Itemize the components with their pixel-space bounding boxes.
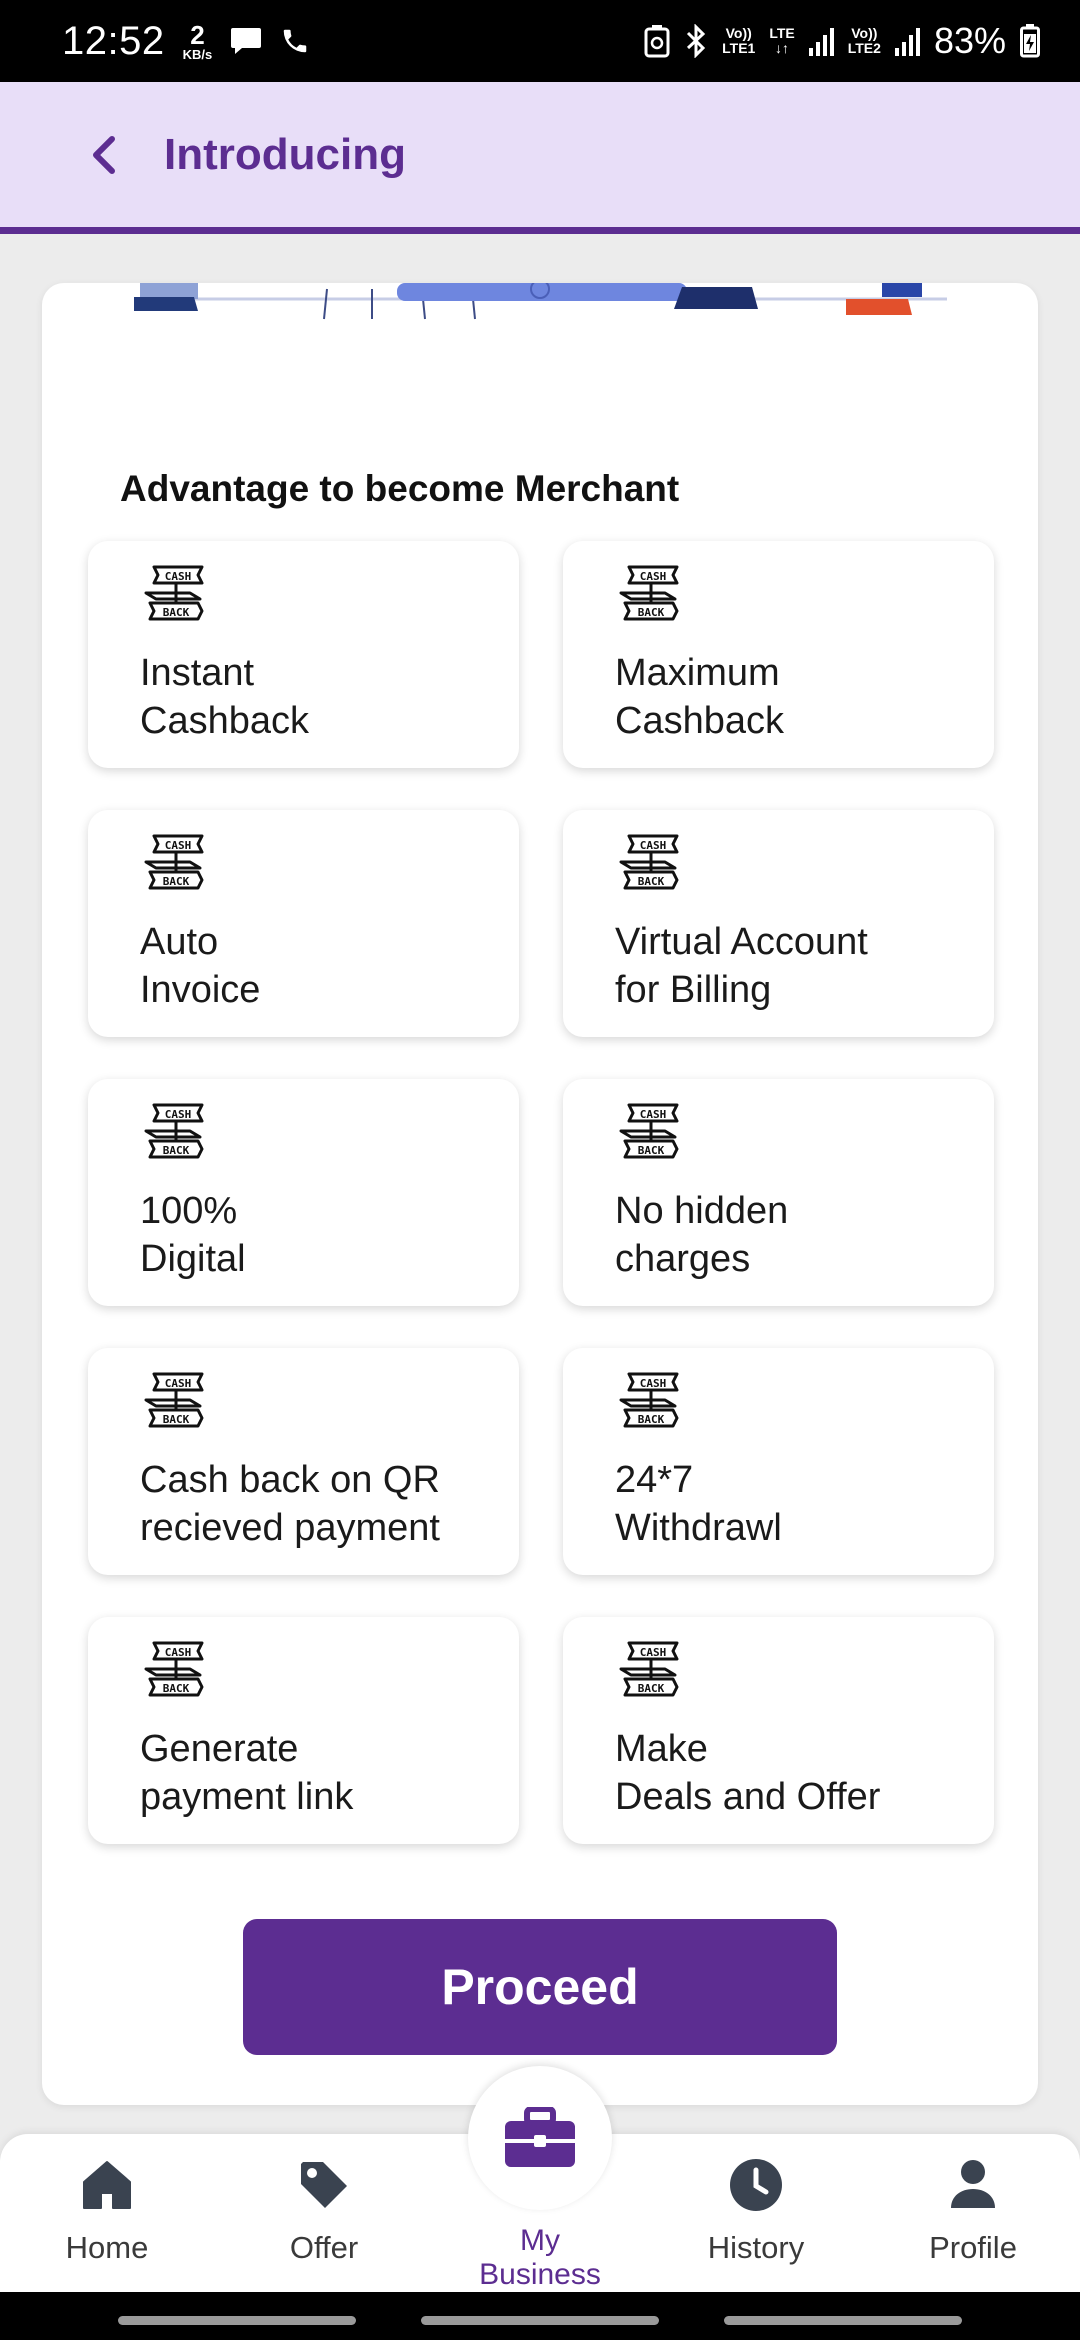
cashback-icon: CASH BACK xyxy=(619,1372,679,1428)
banner-illustration xyxy=(134,283,947,320)
cashback-icon: CASH BACK xyxy=(144,565,204,621)
svg-text:CASH: CASH xyxy=(640,839,667,852)
svg-text:BACK: BACK xyxy=(638,1682,665,1695)
nav-home-label: Home xyxy=(65,2230,149,2265)
nav-profile-label: Profile xyxy=(929,2230,1017,2265)
svg-text:BACK: BACK xyxy=(638,606,665,619)
svg-text:BACK: BACK xyxy=(163,1682,190,1695)
svg-text:CASH: CASH xyxy=(640,1377,667,1390)
svg-text:CASH: CASH xyxy=(165,839,192,852)
svg-text:CASH: CASH xyxy=(165,1108,192,1121)
phone-icon xyxy=(283,29,307,53)
svg-text:CASH: CASH xyxy=(640,1646,667,1659)
svg-text:BACK: BACK xyxy=(638,875,665,888)
advantages-grid: CASH BACK Instant Cashback CASH BACK Maxim… xyxy=(88,541,994,1844)
svg-text:CASH: CASH xyxy=(640,570,667,583)
svg-text:CASH: CASH xyxy=(165,570,192,583)
advantage-tile[interactable]: CASH BACK 24*7 Withdrawl xyxy=(563,1348,994,1575)
app-header: Introducing xyxy=(0,82,1080,234)
advantage-label: 100% Digital xyxy=(140,1190,246,1280)
nav-profile[interactable]: Profile xyxy=(883,2156,1063,2286)
sim2-label: Vo)) LTE2 xyxy=(847,25,881,56)
svg-text:BACK: BACK xyxy=(163,875,190,888)
nav-offer[interactable]: Offer xyxy=(234,2156,414,2286)
advantage-tile[interactable]: CASH BACK Make Deals and Offer xyxy=(563,1617,994,1844)
nav-my-business-label: My Business xyxy=(479,2224,601,2291)
svg-text:BACK: BACK xyxy=(163,1144,190,1157)
svg-text:CASH: CASH xyxy=(640,1108,667,1121)
lte-label: LTE ↓↑ xyxy=(769,25,795,56)
advantage-tile[interactable]: CASH BACK No hidden charges xyxy=(563,1079,994,1306)
advantage-label: Virtual Account for Billing xyxy=(615,921,868,1011)
nav-home[interactable]: Home xyxy=(17,2156,197,2286)
page-title: Introducing xyxy=(164,129,406,179)
briefcase-icon xyxy=(505,2107,575,2167)
clock-icon xyxy=(730,2159,782,2211)
data-rate: 2 KB/s xyxy=(182,19,213,62)
svg-text:BACK: BACK xyxy=(163,606,190,619)
advantage-tile[interactable]: CASH BACK Auto Invoice xyxy=(88,810,519,1037)
nav-my-business[interactable] xyxy=(468,2066,612,2210)
advantage-label: Make Deals and Offer xyxy=(615,1728,881,1818)
advantage-tile[interactable]: CASH BACK 100% Digital xyxy=(88,1079,519,1306)
svg-text:CASH: CASH xyxy=(165,1377,192,1390)
advantage-tile[interactable]: CASH BACK Instant Cashback xyxy=(88,541,519,768)
battery-percent: 83% xyxy=(933,20,1006,61)
person-icon xyxy=(951,2160,995,2208)
cashback-icon: CASH BACK xyxy=(144,1641,204,1697)
status-bar: 12:52 2 KB/s Vo)) LTE1 LTE ↓↑ Vo)) LTE2 … xyxy=(0,0,1080,82)
chat-icon xyxy=(231,28,262,54)
cashback-icon: CASH BACK xyxy=(619,565,679,621)
advantage-label: Generate payment link xyxy=(140,1728,354,1818)
svg-text:BACK: BACK xyxy=(638,1144,665,1157)
status-time: 12:52 xyxy=(62,18,165,63)
cashback-icon: CASH BACK xyxy=(619,1103,679,1159)
signal-icon-2 xyxy=(894,26,920,56)
advantage-label: Instant Cashback xyxy=(140,652,309,742)
home-icon xyxy=(83,2161,131,2209)
advantage-label: Maximum Cashback xyxy=(615,652,784,742)
content-card: Advantage to become Merchant CASH BACK In… xyxy=(42,283,1038,2105)
cashback-icon: CASH BACK xyxy=(619,834,679,890)
advantage-tile[interactable]: CASH BACK Generate payment link xyxy=(88,1617,519,1844)
advantage-tile[interactable]: CASH BACK Cash back on QR recieved paymen… xyxy=(88,1348,519,1575)
cashback-icon: CASH BACK xyxy=(619,1641,679,1697)
sim1-label: Vo)) LTE1 xyxy=(722,25,756,56)
signal-icon xyxy=(808,26,834,56)
nav-offer-label: Offer xyxy=(289,2230,359,2265)
svg-text:CASH: CASH xyxy=(165,1646,192,1659)
nav-history-label: History xyxy=(707,2230,805,2265)
svg-text:BACK: BACK xyxy=(163,1413,190,1426)
section-title: Advantage to become Merchant xyxy=(120,468,680,509)
chevron-left-icon xyxy=(93,135,115,174)
svg-text:BACK: BACK xyxy=(638,1413,665,1426)
advantage-tile[interactable]: CASH BACK Virtual Account for Billing xyxy=(563,810,994,1037)
gesture-bar xyxy=(0,2292,1080,2340)
advantage-label: Auto Invoice xyxy=(140,921,261,1011)
advantage-label: 24*7 Withdrawl xyxy=(615,1459,782,1549)
proceed-button[interactable]: Proceed xyxy=(243,1919,837,2055)
advantage-tile[interactable]: CASH BACK Maximum Cashback xyxy=(563,541,994,768)
tag-icon xyxy=(301,2162,347,2208)
battery-charging-icon xyxy=(1020,24,1040,58)
advantage-label: No hidden charges xyxy=(615,1190,789,1280)
nav-history[interactable]: History xyxy=(666,2156,846,2286)
cashback-icon: CASH BACK xyxy=(144,1103,204,1159)
cashback-icon: CASH BACK xyxy=(144,834,204,890)
cashback-icon: CASH BACK xyxy=(144,1372,204,1428)
battery-saver-icon xyxy=(644,25,670,58)
advantage-label: Cash back on QR recieved payment xyxy=(140,1459,440,1549)
back-button[interactable] xyxy=(88,133,124,177)
bluetooth-icon xyxy=(687,24,706,58)
